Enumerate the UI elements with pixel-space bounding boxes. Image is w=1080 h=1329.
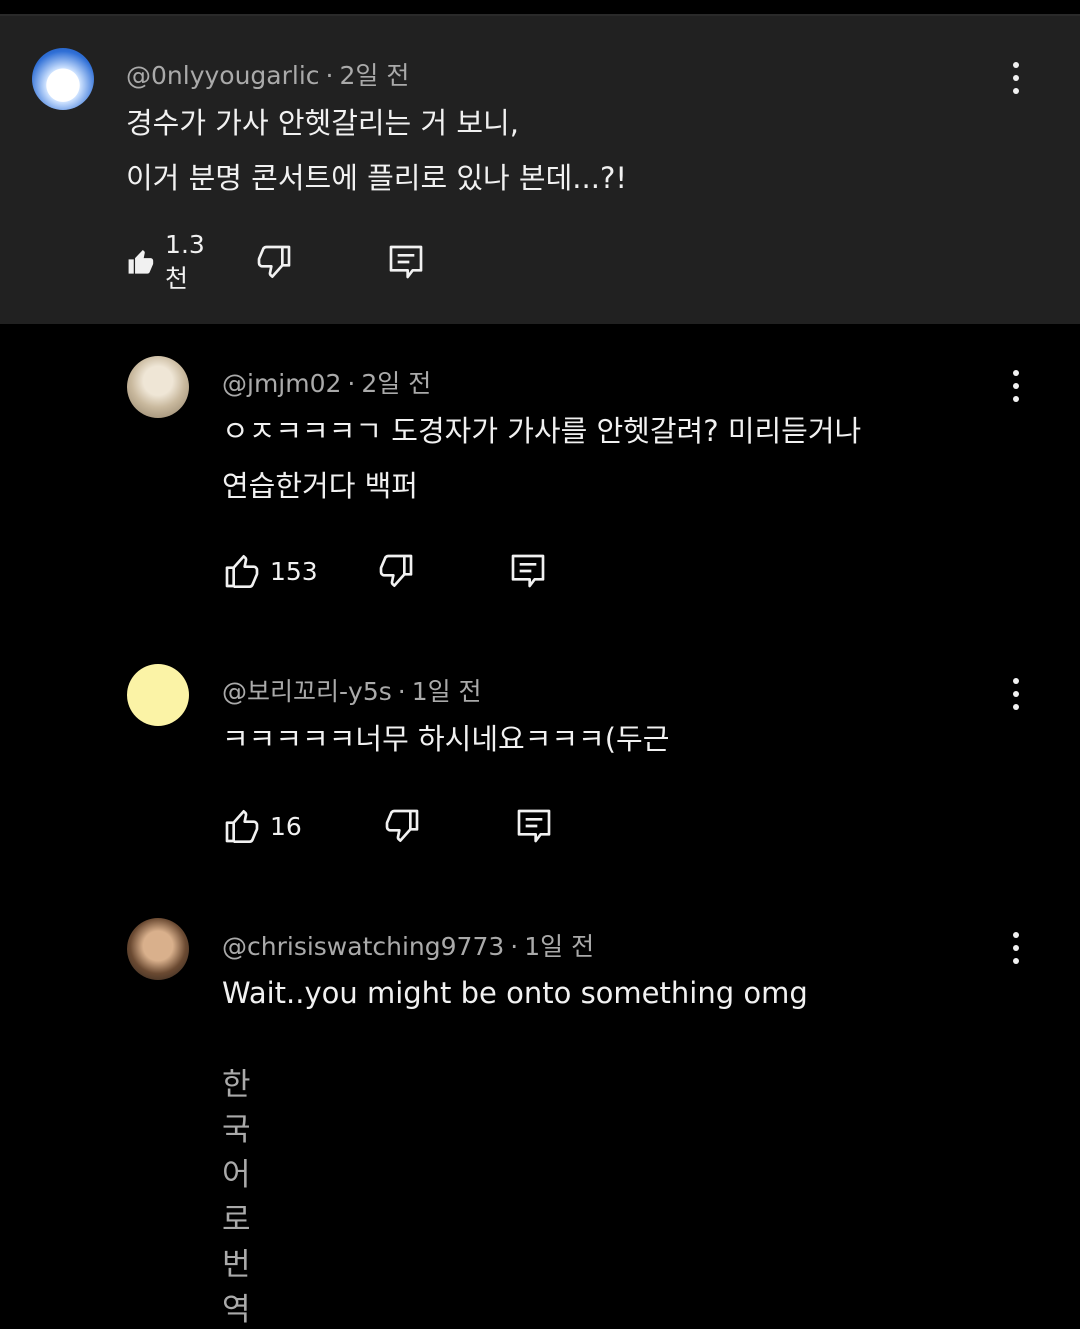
- comment-time: 1일 전: [524, 932, 595, 961]
- comment-line: ㅇㅈㅋㅋㅋㄱ 도경자가 가사를 안헷갈려? 미리듣거나: [222, 414, 862, 448]
- author-handle[interactable]: @chrisiswatching9773: [222, 932, 504, 961]
- comment-actions: 1.3천: [126, 230, 426, 293]
- comment-meta: @보리꼬리-y5s · 1일 전: [222, 677, 482, 706]
- comment-line: Wait..you might be onto something omg: [222, 976, 808, 1010]
- comment-meta: @jmjm02 · 2일 전: [222, 369, 432, 398]
- comment-line: 이거 분명 콘서트에 플리로 있나 본데...?!: [126, 161, 627, 195]
- reply-comment-icon: [389, 245, 423, 279]
- thumbs-down-icon: [385, 809, 419, 842]
- like-count: 1.3천: [165, 229, 205, 293]
- more-options-icon[interactable]: [1006, 366, 1026, 406]
- more-options-icon[interactable]: [1006, 58, 1026, 98]
- like-button[interactable]: 153: [222, 551, 318, 591]
- translate-button[interactable]: 한국어로 번역: [222, 1059, 251, 1329]
- avatar[interactable]: [127, 356, 189, 418]
- author-handle[interactable]: @jmjm02: [222, 369, 341, 398]
- avatar[interactable]: [127, 664, 189, 726]
- thumbs-down-icon: [379, 554, 413, 587]
- like-button[interactable]: 16: [222, 806, 302, 846]
- thumbs-up-icon: [225, 810, 259, 843]
- author-handle[interactable]: @보리꼬리-y5s: [222, 677, 392, 706]
- comment-text: ㅇㅈㅋㅋㅋㄱ 도경자가 가사를 안헷갈려? 미리듣거나 연습한거다 백퍼: [222, 404, 861, 514]
- comment-time: 1일 전: [411, 677, 482, 706]
- more-options-icon[interactable]: [1006, 674, 1026, 714]
- reply-comment-icon: [517, 809, 551, 843]
- dislike-button[interactable]: [376, 551, 416, 591]
- thumbs-down-icon: [257, 245, 291, 278]
- author-handle[interactable]: @0nlyyougarlic: [126, 61, 320, 90]
- reply-button[interactable]: [508, 551, 548, 591]
- more-options-icon[interactable]: [1006, 928, 1026, 968]
- comment-text: ㅋㅋㅋㅋㅋ너무 하시네요ㅋㅋㅋ(두근: [222, 712, 669, 767]
- comment-actions: 153: [222, 549, 548, 593]
- comment-time: 2일 전: [339, 61, 410, 90]
- comment-line: 경수가 가사 안헷갈리는 거 보니,: [126, 106, 519, 140]
- dislike-button[interactable]: [254, 242, 294, 282]
- comment-line: ㅋㅋㅋㅋㅋ너무 하시네요ㅋㅋㅋ(두근: [222, 722, 670, 756]
- comment-line: 연습한거다 백퍼: [222, 469, 418, 503]
- thumbs-up-filled-icon: [128, 249, 154, 274]
- comment-text: Wait..you might be onto something omg: [222, 966, 808, 1021]
- reply-button[interactable]: [514, 806, 554, 846]
- like-count: 153: [270, 556, 318, 586]
- comment-meta: @0nlyyougarlic · 2일 전: [126, 61, 410, 90]
- reply-button[interactable]: [386, 242, 426, 282]
- avatar[interactable]: [127, 918, 189, 980]
- comment-text: 경수가 가사 안헷갈리는 거 보니, 이거 분명 콘서트에 플리로 있나 본데.…: [126, 96, 627, 206]
- dislike-button[interactable]: [382, 806, 422, 846]
- thumbs-up-icon: [225, 555, 259, 588]
- reply-comment-icon: [511, 554, 545, 588]
- top-divider: [0, 0, 1080, 16]
- comment-actions: 16: [222, 804, 554, 848]
- avatar[interactable]: [32, 48, 94, 110]
- like-button[interactable]: 1.3천: [126, 230, 214, 295]
- like-count: 16: [270, 811, 302, 841]
- comment-meta: @chrisiswatching9773 · 1일 전: [222, 932, 595, 961]
- comment-time: 2일 전: [361, 369, 432, 398]
